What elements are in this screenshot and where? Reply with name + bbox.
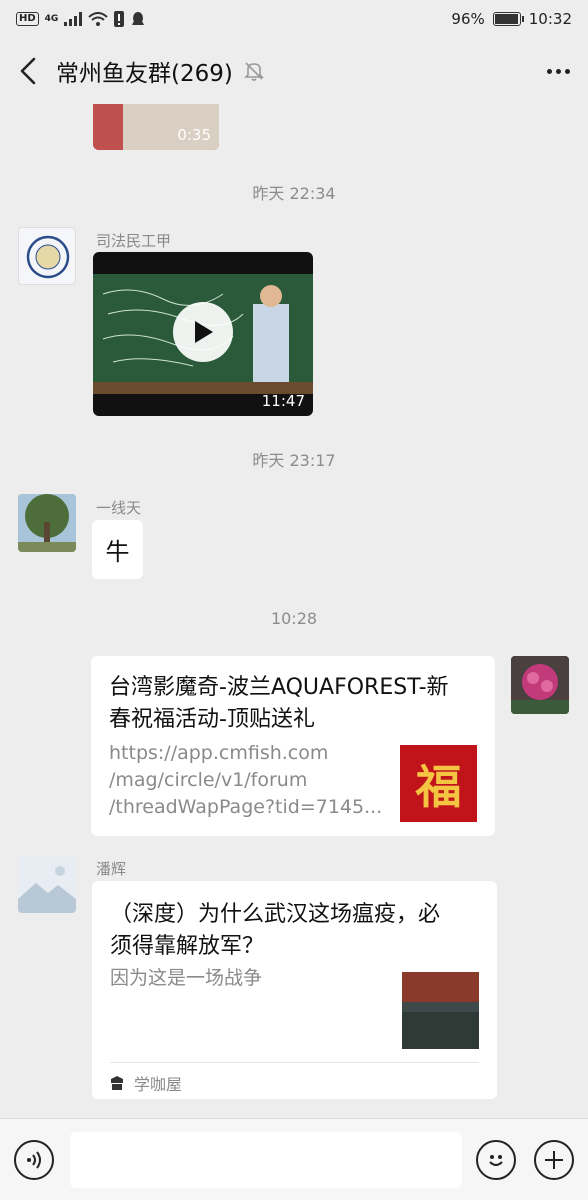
link-title: 台湾影魔奇-波兰AQUAFOREST-新 春祝福活动-顶贴送礼 [109, 672, 485, 736]
video-thumb-figure [93, 104, 123, 150]
emoji-button[interactable] [476, 1139, 516, 1180]
dot-icon [546, 68, 552, 74]
message-input[interactable] [70, 1131, 462, 1188]
chat-title[interactable]: 常州鱼友群(269) [56, 54, 233, 88]
thumb-crowd [402, 1012, 479, 1049]
status-bar: HD 4G 96% 10:32 [0, 0, 588, 38]
status-left: HD 4G [16, 11, 146, 27]
source-name: 学咖屋 [134, 1075, 183, 1094]
battery-fill [494, 14, 518, 24]
mini-program-icon [111, 1076, 123, 1090]
link-url-line: https://app.cmfish.com [109, 742, 329, 764]
mute-bell-icon [243, 62, 264, 81]
link-card-message[interactable]: 台湾影魔奇-波兰AQUAFOREST-新 春祝福活动-顶贴送礼 https://… [91, 656, 495, 836]
play-button[interactable] [173, 302, 233, 362]
timestamp: 昨天 22:34 [252, 184, 336, 203]
avatar[interactable] [18, 494, 76, 552]
dot-icon [555, 68, 561, 74]
video-message[interactable]: 11:47 [93, 252, 313, 416]
voice-button[interactable] [14, 1139, 54, 1180]
video-message-partial[interactable]: 0:35 [93, 104, 219, 150]
text-message-bubble[interactable]: 牛 [92, 520, 143, 579]
chat-header: 常州鱼友群(269) [0, 38, 588, 104]
sender-name: 司法民工甲 [96, 232, 172, 250]
image-placeholder-icon [18, 855, 76, 913]
article-card-message[interactable]: （深度）为什么武汉这场瘟疫，必 须得靠解放军？ 因为这是一场战争 学咖屋 [92, 881, 497, 1099]
battery-percent: 96% [451, 10, 485, 28]
link-url-line: /threadWapPage?tid=7145... [109, 796, 383, 818]
timestamp: 昨天 23:17 [252, 451, 336, 470]
back-button[interactable] [0, 38, 56, 104]
video-duration: 0:35 [177, 126, 211, 144]
article-description: 因为这是一场战争 [110, 967, 263, 989]
link-thumbnail: 福 [400, 745, 477, 822]
sender-name: 潘辉 [96, 860, 127, 878]
tree-photo-icon [18, 494, 76, 552]
timestamp: 10:28 [270, 609, 318, 628]
article-thumbnail [402, 972, 479, 1049]
article-source: 学咖屋 [110, 1071, 182, 1095]
more-options-button[interactable] [528, 38, 588, 104]
link-title-line: 台湾影魔奇-波兰AQUAFOREST-新 [109, 675, 449, 700]
network-type: 4G [44, 14, 59, 24]
smiley-icon [489, 1154, 503, 1166]
voice-icon [27, 1150, 41, 1169]
qq-icon [132, 12, 145, 25]
thumb-building [402, 972, 479, 1002]
sender-name: 一线天 [96, 499, 142, 517]
article-title: （深度）为什么武汉这场瘟疫，必 须得靠解放军？ [110, 899, 488, 963]
dot-icon [564, 68, 570, 74]
link-title-line: 春祝福活动-顶贴送礼 [109, 707, 315, 732]
avatar[interactable] [18, 227, 76, 285]
article-title-line: （深度）为什么武汉这场瘟疫，必 [110, 902, 441, 927]
input-bar [0, 1118, 588, 1200]
hd-badge: HD [16, 12, 39, 26]
battery-icon [492, 12, 524, 26]
flower-photo-icon [511, 656, 569, 714]
link-url: https://app.cmfish.com /mag/circle/v1/fo… [109, 740, 385, 821]
message-list[interactable]: 0:35 昨天 22:34 司法民工甲 11:47 昨天 23:17 一线天 牛… [0, 104, 588, 1118]
plus-icon [545, 1150, 563, 1169]
chevron-left-icon [20, 57, 36, 85]
video-duration: 11:47 [261, 392, 305, 410]
message-text: 牛 [105, 538, 130, 566]
play-icon [195, 321, 213, 343]
my-avatar[interactable] [511, 656, 569, 714]
avatar[interactable] [18, 855, 76, 913]
fu-character: 福 [415, 759, 462, 814]
add-button[interactable] [534, 1139, 574, 1180]
status-right: 96% 10:32 [451, 10, 572, 28]
article-title-line: 须得靠解放军？ [110, 934, 265, 959]
clock: 10:32 [528, 10, 572, 28]
link-url-line: /mag/circle/v1/forum [109, 769, 308, 791]
divider [110, 1062, 479, 1063]
signal-icon [64, 12, 83, 26]
sim-alert-icon [114, 11, 125, 27]
university-seal-icon [26, 235, 70, 279]
wifi-icon [88, 12, 108, 26]
